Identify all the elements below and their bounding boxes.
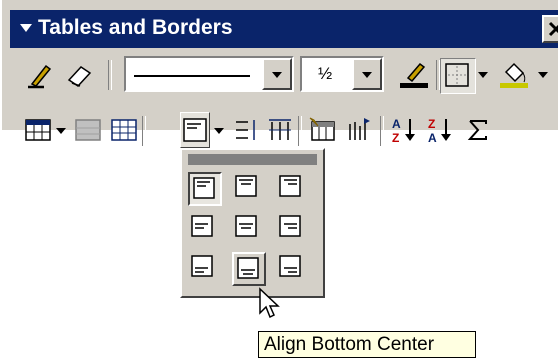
merge-cells-icon	[75, 119, 101, 141]
align-cell-align-top-center[interactable]	[232, 172, 262, 202]
outside-border-chevron-down-icon[interactable]	[478, 72, 488, 78]
draw-table-icon	[28, 64, 52, 89]
align-chevron-down-icon[interactable]	[214, 128, 224, 134]
shading-color-button[interactable]	[496, 56, 532, 94]
change-text-direction-icon	[349, 118, 370, 140]
draw-table-button[interactable]	[24, 56, 58, 94]
align-top-right-icon	[279, 175, 301, 197]
align-center-right-icon	[279, 215, 301, 237]
line-style-sample	[134, 75, 250, 77]
toolbar-row-draw: ½	[10, 56, 558, 94]
mouse-pointer-icon	[259, 287, 280, 319]
align-cell-align-bottom-right[interactable]	[276, 252, 306, 282]
chevron-down-icon	[362, 72, 372, 78]
svg-text:A: A	[392, 117, 401, 131]
distribute-columns-button[interactable]	[264, 112, 294, 150]
svg-text:Z: Z	[392, 131, 399, 145]
separator	[142, 116, 146, 146]
palette-drag-handle[interactable]	[188, 154, 317, 165]
toolbar-title: Tables and Borders	[38, 16, 233, 39]
outside-border-button[interactable]	[440, 58, 476, 94]
change-text-direction-button[interactable]	[342, 112, 374, 150]
insert-table-icon	[25, 119, 51, 141]
separator	[298, 116, 302, 146]
align-top-left-icon	[183, 118, 207, 142]
split-cells-icon	[111, 119, 137, 141]
insert-table-chevron-down-icon[interactable]	[56, 128, 66, 134]
align-bottom-center-icon	[237, 257, 259, 279]
sort-ascending-button[interactable]: A Z	[388, 112, 420, 150]
distribute-rows-icon	[236, 120, 255, 140]
line-weight-value: ½	[318, 64, 333, 83]
distribute-columns-icon	[269, 119, 291, 140]
border-color-icon	[400, 62, 428, 88]
separator	[380, 116, 384, 146]
table-autoformat-button[interactable]	[306, 112, 338, 150]
distribute-rows-button[interactable]	[230, 112, 260, 150]
align-cell-align-top-left[interactable]	[188, 172, 222, 206]
close-button[interactable]	[542, 15, 558, 43]
close-icon	[548, 21, 558, 37]
toolbar-title-bar[interactable]: Tables and Borders	[10, 10, 558, 48]
shading-chevron-down-icon[interactable]	[538, 72, 548, 78]
eraser-icon	[67, 66, 92, 87]
table-autoformat-icon	[309, 117, 335, 141]
insert-table-button[interactable]	[22, 112, 52, 150]
toolbar-menu-arrow-icon[interactable]	[20, 24, 32, 32]
tables-and-borders-toolbar: Tables and Borders ½	[0, 0, 558, 130]
align-top-center-icon	[235, 175, 257, 197]
align-bottom-left-icon	[191, 255, 213, 277]
eraser-button[interactable]	[62, 56, 96, 94]
autosum-icon	[467, 120, 487, 140]
outside-border-icon	[445, 63, 469, 87]
align-cell-align-center-right[interactable]	[276, 212, 306, 242]
align-cell-align-bottom-center[interactable]	[232, 252, 266, 286]
align-bottom-right-icon	[279, 255, 301, 277]
border-color-button[interactable]	[396, 56, 432, 94]
align-cell-align-top-right[interactable]	[276, 172, 306, 202]
toolbar-row-table-buttons: A Z Z A	[8, 112, 558, 150]
tooltip: Align Bottom Center	[258, 331, 476, 358]
autosum-button[interactable]	[462, 112, 494, 150]
align-top-left-icon	[193, 177, 215, 199]
align-center-icon	[235, 215, 257, 237]
split-cells-button[interactable]	[108, 112, 138, 150]
alignment-palette	[180, 148, 325, 298]
align-cell-align-center[interactable]	[232, 212, 262, 242]
line-weight-dropdown-button[interactable]	[352, 58, 382, 90]
merge-cells-button[interactable]	[72, 112, 102, 150]
svg-text:Z: Z	[428, 117, 435, 131]
sort-descending-icon: Z A	[428, 117, 451, 145]
sort-descending-button[interactable]: Z A	[424, 112, 456, 150]
align-button[interactable]	[180, 112, 210, 148]
align-cell-align-center-left[interactable]	[188, 212, 218, 242]
align-cell-align-bottom-left[interactable]	[188, 252, 218, 282]
align-center-left-icon	[191, 215, 213, 237]
sort-ascending-icon: A Z	[392, 117, 415, 145]
chevron-down-icon	[272, 72, 282, 78]
line-style-dropdown-button[interactable]	[262, 58, 292, 90]
shading-color-icon	[500, 62, 528, 88]
separator	[108, 60, 112, 90]
svg-text:A: A	[428, 131, 437, 145]
